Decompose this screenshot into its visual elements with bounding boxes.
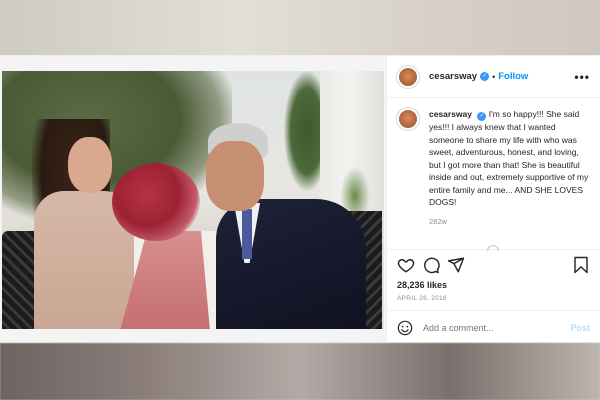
comment-icon[interactable] xyxy=(422,256,440,274)
photo-scene xyxy=(2,71,384,329)
comment-input[interactable] xyxy=(423,322,553,333)
blurred-background-bottom xyxy=(0,343,600,400)
action-bar xyxy=(387,250,600,280)
follow-button[interactable]: Follow xyxy=(498,71,528,82)
scroll-indicator xyxy=(487,245,499,251)
caption-avatar[interactable] xyxy=(397,108,419,130)
caption-body: I'm so happy!!! She said yes!!! I always… xyxy=(429,109,589,207)
post-date[interactable]: APRIL 26, 2018 xyxy=(387,290,600,302)
emoji-icon[interactable] xyxy=(397,320,413,336)
verified-badge-icon: ✓ xyxy=(480,72,490,81)
username[interactable]: cesarsway xyxy=(429,71,477,82)
bookmark-icon[interactable] xyxy=(572,256,590,274)
post-sidebar: cesarsway ✓ • Follow ••• cesarsway ✓ I'm… xyxy=(386,56,600,344)
rose-bouquet xyxy=(112,163,200,241)
post-photo[interactable] xyxy=(0,56,386,344)
man-tie xyxy=(242,209,252,259)
share-icon[interactable] xyxy=(447,256,465,274)
post-header: cesarsway ✓ • Follow ••• xyxy=(387,56,600,98)
more-icon[interactable]: ••• xyxy=(574,70,590,84)
man-face xyxy=(206,141,264,211)
avatar[interactable] xyxy=(397,65,419,88)
caption-section: cesarsway ✓ I'm so happy!!! She said yes… xyxy=(387,98,600,251)
caption-text: cesarsway ✓ I'm so happy!!! She said yes… xyxy=(429,108,590,228)
likes-count[interactable]: 28,236 likes xyxy=(387,280,600,290)
instagram-post-card: cesarsway ✓ • Follow ••• cesarsway ✓ I'm… xyxy=(0,55,600,344)
comment-bar: Post xyxy=(387,310,600,344)
time-ago[interactable]: 282w xyxy=(429,216,590,229)
heart-icon[interactable] xyxy=(397,256,415,274)
post-comment-button[interactable]: Post xyxy=(570,323,590,333)
caption-username[interactable]: cesarsway xyxy=(429,109,472,119)
blurred-background-top xyxy=(0,0,600,55)
woman-face xyxy=(68,137,112,193)
separator-dot: • xyxy=(492,71,496,82)
caption-block: cesarsway ✓ I'm so happy!!! She said yes… xyxy=(419,108,590,228)
verified-badge-icon: ✓ xyxy=(477,112,487,121)
